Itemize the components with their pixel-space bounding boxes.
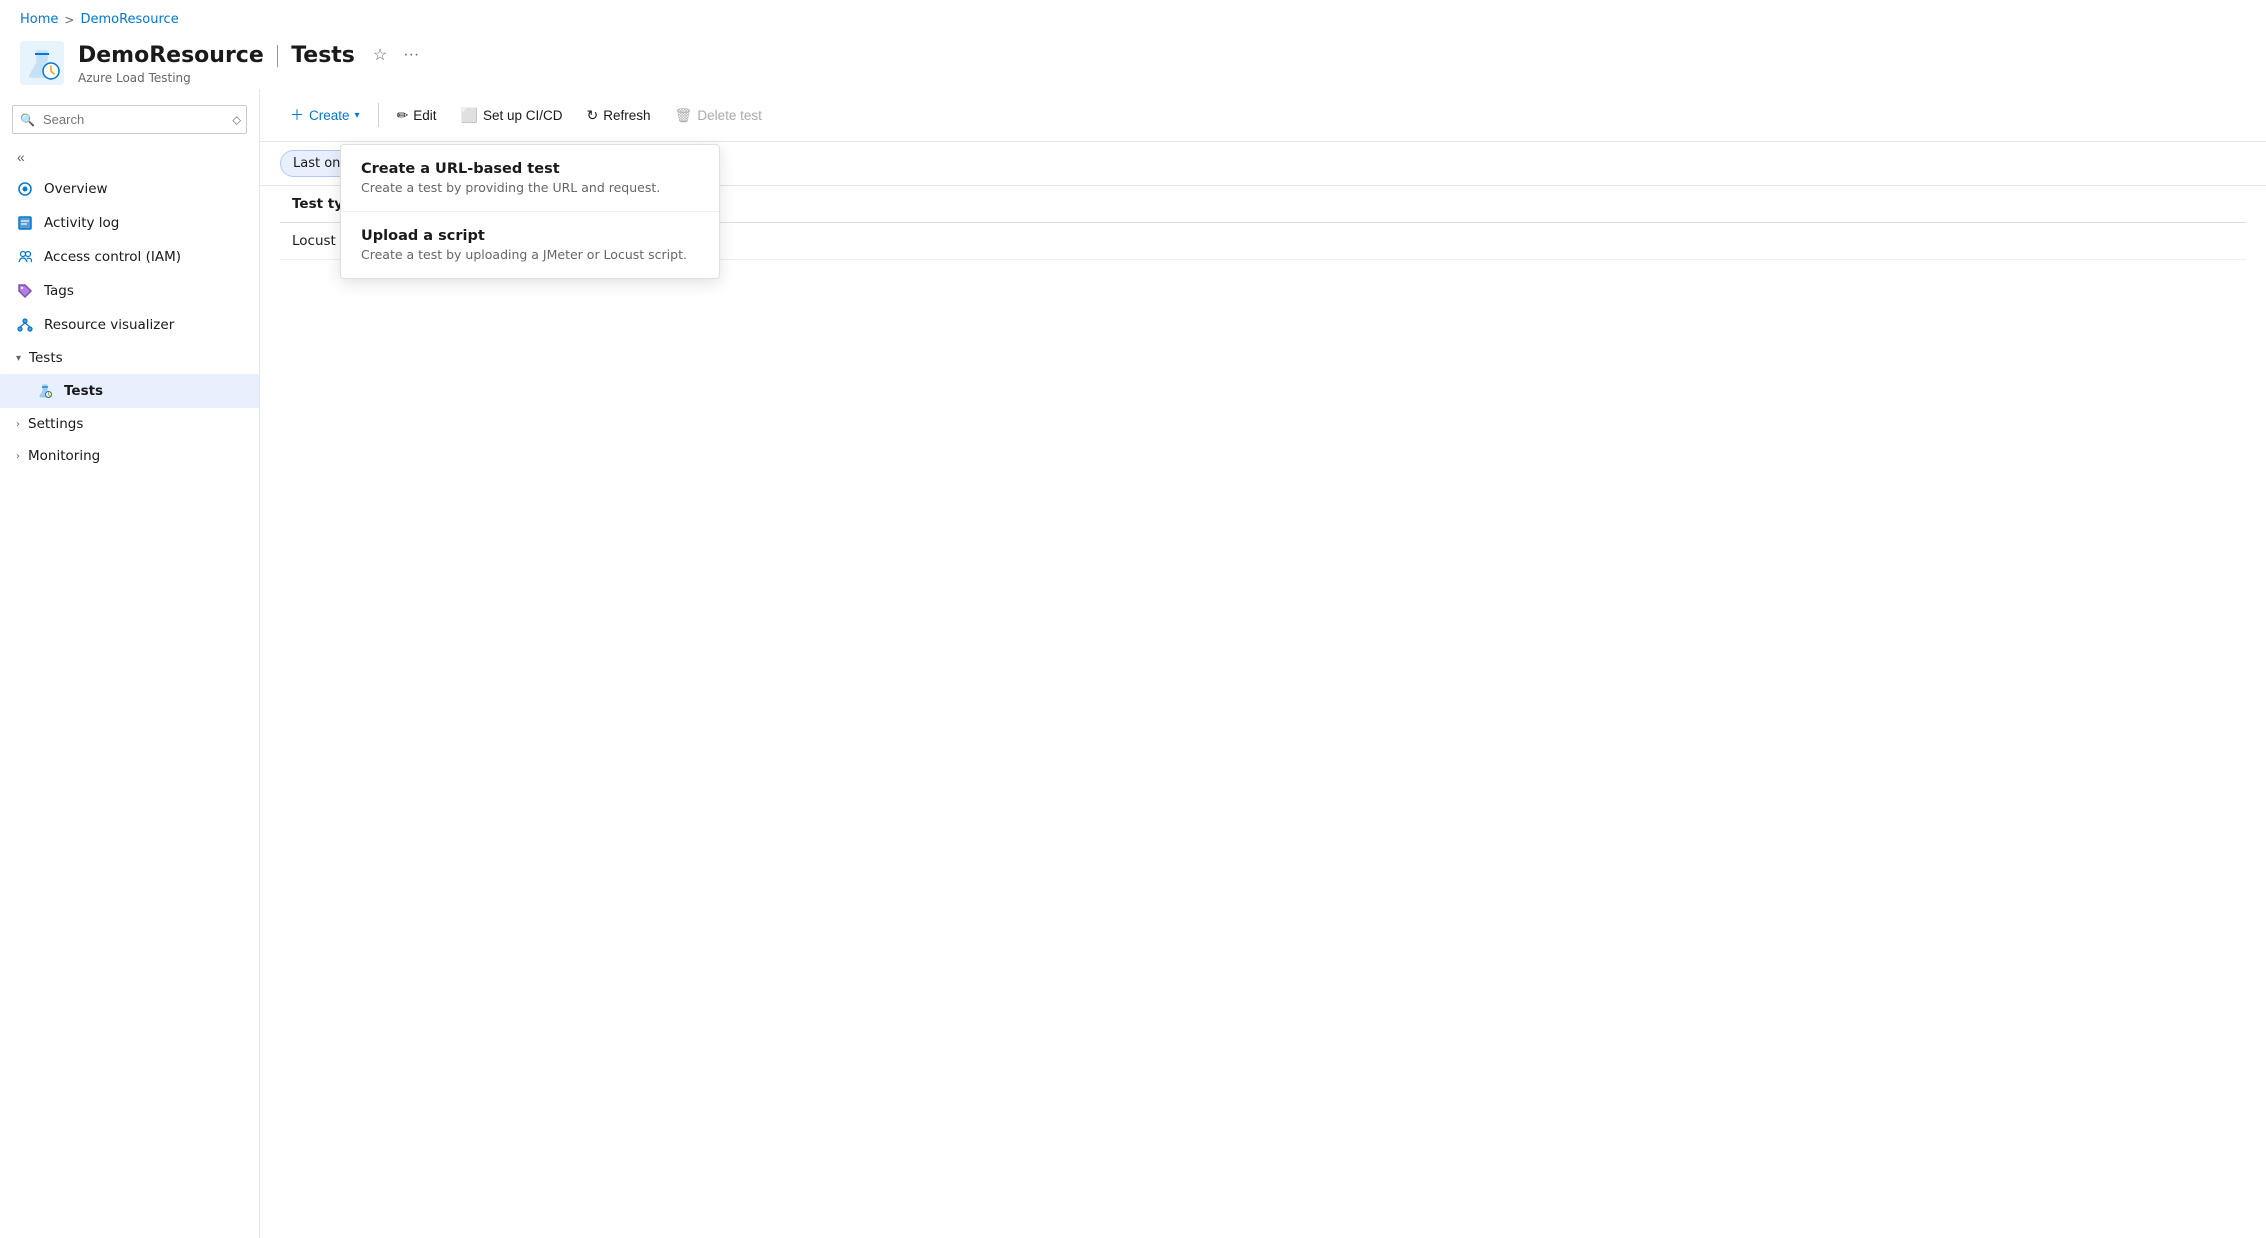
collapse-sidebar-button[interactable]: «: [12, 146, 30, 168]
sidebar-item-tags[interactable]: Tags: [0, 274, 259, 308]
edit-button[interactable]: ✏ Edit: [387, 101, 447, 130]
sidebar: 🔍 ◇ « Overview: [0, 89, 260, 1238]
favorite-button[interactable]: ☆: [369, 41, 391, 69]
sidebar-item-overview-label: Overview: [44, 181, 108, 197]
create-label: Create: [309, 108, 350, 123]
refresh-button[interactable]: ↻ Refresh: [577, 101, 661, 130]
page-header: DemoResource | Tests ☆ ··· Azure Load Te…: [0, 33, 2266, 89]
breadcrumb: Home > DemoResource: [0, 0, 2266, 33]
edit-label: Edit: [413, 108, 436, 123]
monitoring-chevron: ›: [16, 451, 20, 462]
sidebar-item-iam-label: Access control (IAM): [44, 249, 181, 265]
sidebar-item-tags-label: Tags: [44, 283, 74, 299]
sidebar-item-iam[interactable]: Access control (IAM): [0, 240, 259, 274]
cicd-icon: ⬜: [461, 107, 478, 124]
cicd-label: Set up CI/CD: [483, 108, 563, 123]
table-container: Test type Locust: [260, 186, 2266, 1238]
sidebar-controls: «: [0, 142, 259, 172]
sidebar-item-visualizer-label: Resource visualizer: [44, 317, 174, 333]
sidebar-section-monitoring-label: Monitoring: [28, 448, 100, 464]
sidebar-item-activity-label: Activity log: [44, 215, 119, 231]
sidebar-item-tests-label: Tests: [64, 383, 103, 399]
url-test-desc: Create a test by providing the URL and r…: [361, 180, 699, 195]
breadcrumb-separator: >: [64, 13, 74, 27]
page-title: DemoResource | Tests ☆ ···: [78, 41, 423, 69]
content-area: ＋ Create ▾ ✏ Edit ⬜ Set up CI/CD ↻ Refre…: [260, 89, 2266, 1238]
search-clear-button[interactable]: ◇: [233, 113, 241, 126]
cicd-button[interactable]: ⬜ Set up CI/CD: [451, 101, 573, 130]
sidebar-section-tests-label: Tests: [29, 350, 63, 366]
settings-chevron: ›: [16, 419, 20, 430]
search-input[interactable]: [12, 105, 247, 134]
activity-log-icon: [16, 214, 34, 232]
tags-icon: [16, 282, 34, 300]
refresh-icon: ↻: [587, 107, 599, 124]
toolbar: ＋ Create ▾ ✏ Edit ⬜ Set up CI/CD ↻ Refre…: [260, 89, 2266, 142]
sidebar-nav: Overview Activity log Access control (IA…: [0, 172, 259, 472]
more-options-button[interactable]: ···: [399, 42, 423, 68]
create-dropdown-menu: Create a URL-based test Create a test by…: [340, 144, 720, 279]
upload-script-desc: Create a test by uploading a JMeter or L…: [361, 247, 699, 262]
breadcrumb-resource[interactable]: DemoResource: [80, 12, 178, 27]
section-name: Tests: [291, 43, 355, 68]
toolbar-divider-1: [378, 103, 379, 127]
resource-icon: [20, 41, 64, 85]
resource-name: DemoResource: [78, 43, 264, 68]
refresh-label: Refresh: [603, 108, 650, 123]
sidebar-item-overview[interactable]: Overview: [0, 172, 259, 206]
create-button[interactable]: ＋ Create ▾: [280, 99, 370, 131]
search-container: 🔍 ◇: [0, 97, 259, 142]
delete-icon: 🗑: [675, 107, 693, 124]
sidebar-item-visualizer[interactable]: Resource visualizer: [0, 308, 259, 342]
resource-subtitle: Azure Load Testing: [78, 71, 423, 85]
visualizer-icon: [16, 316, 34, 334]
edit-icon: ✏: [397, 107, 409, 124]
iam-icon: [16, 248, 34, 266]
upload-script-title: Upload a script: [361, 228, 699, 244]
sidebar-section-settings-label: Settings: [28, 416, 83, 432]
breadcrumb-home[interactable]: Home: [20, 12, 58, 27]
title-pipe: |: [274, 43, 281, 68]
sidebar-section-tests[interactable]: ▾ Tests: [0, 342, 259, 374]
app-container: Home > DemoResource DemoResource | Tests: [0, 0, 2266, 1238]
main-layout: 🔍 ◇ « Overview: [0, 89, 2266, 1238]
sidebar-item-activity-log[interactable]: Activity log: [0, 206, 259, 240]
delete-button[interactable]: 🗑 Delete test: [665, 101, 772, 130]
overview-icon: [16, 180, 34, 198]
flask-icon: [36, 382, 54, 400]
dropdown-item-url-test[interactable]: Create a URL-based test Create a test by…: [341, 145, 719, 212]
tests-chevron: ▾: [16, 353, 21, 364]
header-title-group: DemoResource | Tests ☆ ··· Azure Load Te…: [78, 41, 423, 85]
sidebar-section-monitoring[interactable]: › Monitoring: [0, 440, 259, 472]
create-dropdown-icon: ▾: [355, 110, 360, 121]
header-actions: ☆ ···: [369, 41, 423, 69]
create-icon: ＋: [290, 105, 304, 125]
url-test-title: Create a URL-based test: [361, 161, 699, 177]
sidebar-section-settings[interactable]: › Settings: [0, 408, 259, 440]
dropdown-item-upload-script[interactable]: Upload a script Create a test by uploadi…: [341, 212, 719, 278]
delete-label: Delete test: [697, 108, 762, 123]
sidebar-item-tests[interactable]: Tests: [0, 374, 259, 408]
